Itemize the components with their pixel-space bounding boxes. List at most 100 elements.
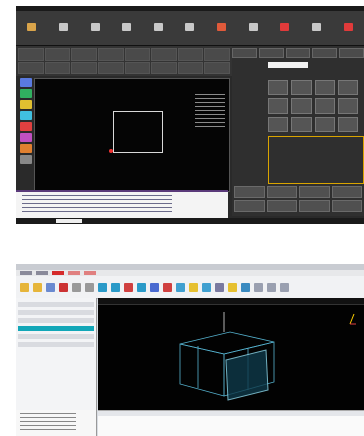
menu-item[interactable] — [36, 271, 48, 275]
parameter-cell[interactable] — [177, 48, 204, 61]
jog-button[interactable] — [314, 116, 335, 132]
process-button[interactable] — [299, 200, 330, 212]
parameter-cell[interactable] — [204, 48, 230, 61]
jog-button[interactable] — [268, 80, 289, 96]
layer-swatch-cyan[interactable] — [20, 111, 32, 120]
bulb-icon[interactable] — [241, 282, 250, 292]
toolbar-button-cut[interactable] — [211, 23, 233, 33]
parameter-cell[interactable] — [18, 48, 44, 61]
tool-icon[interactable] — [267, 282, 276, 292]
parameter-cell[interactable] — [204, 61, 230, 74]
export-icon[interactable] — [72, 282, 81, 292]
cut-rectangle[interactable] — [113, 111, 163, 153]
toolbar-button-info[interactable] — [305, 23, 327, 33]
jog-button[interactable] — [337, 116, 358, 132]
toolbar-button-layer[interactable] — [147, 23, 169, 33]
layer-icon[interactable] — [150, 282, 159, 292]
process-button[interactable] — [234, 186, 265, 198]
menu-item[interactable] — [20, 271, 32, 275]
tool-icon[interactable] — [254, 282, 263, 292]
toolbar-button-tool[interactable] — [179, 23, 201, 33]
layer-swatch-red[interactable] — [20, 122, 32, 131]
parameter-cell[interactable] — [18, 61, 44, 74]
toolbar-button-help[interactable] — [337, 23, 359, 33]
menu-item[interactable] — [68, 271, 80, 275]
cam-3d-screenshot — [16, 264, 364, 436]
jog-button[interactable] — [337, 80, 358, 96]
jog-button[interactable] — [314, 98, 335, 114]
layer-swatch-gray[interactable] — [20, 155, 32, 164]
jog-button[interactable] — [291, 98, 312, 114]
toolbar-button-sim[interactable] — [242, 23, 264, 33]
output-log — [16, 410, 96, 436]
process-button[interactable] — [331, 186, 362, 198]
jog-button[interactable] — [268, 98, 289, 114]
menu-item-active[interactable] — [52, 271, 64, 275]
process-button[interactable] — [234, 200, 265, 212]
parameter-cell[interactable] — [44, 61, 71, 74]
parameter-cell[interactable] — [44, 48, 71, 61]
control-tab[interactable] — [312, 48, 338, 58]
marker-icon[interactable] — [163, 282, 172, 292]
parameter-cell[interactable] — [97, 61, 124, 74]
view-icon[interactable] — [202, 282, 211, 292]
toolbar-button-settings[interactable] — [274, 23, 296, 33]
parameter-cell[interactable] — [71, 61, 97, 74]
folder-icon[interactable] — [20, 282, 29, 292]
cut-icon[interactable] — [124, 282, 133, 292]
path-icon[interactable] — [98, 282, 107, 292]
control-tab[interactable] — [258, 48, 284, 58]
jog-button[interactable] — [314, 80, 335, 96]
import-icon[interactable] — [59, 282, 68, 292]
parameter-cell[interactable] — [97, 48, 124, 61]
tool-icon[interactable] — [85, 282, 94, 292]
jog-button[interactable] — [291, 80, 312, 96]
parameter-cell[interactable] — [71, 48, 97, 61]
view-icon[interactable] — [176, 282, 185, 292]
process-button[interactable] — [266, 186, 297, 198]
tree-row-selected[interactable] — [18, 326, 94, 331]
light-icon[interactable] — [228, 282, 237, 292]
toolbar-button-open[interactable] — [21, 23, 43, 33]
folder-icon[interactable] — [33, 282, 42, 292]
process-button[interactable] — [266, 200, 297, 212]
parameter-cell[interactable] — [151, 61, 177, 74]
jog-button[interactable] — [337, 98, 358, 114]
tree-row[interactable] — [18, 310, 94, 315]
tree-row[interactable] — [18, 302, 94, 307]
process-button[interactable] — [331, 200, 362, 212]
control-tab[interactable] — [339, 48, 364, 58]
light-icon[interactable] — [189, 282, 198, 292]
control-tab[interactable] — [285, 48, 311, 58]
toolbar-button-draw[interactable] — [84, 23, 106, 33]
save-icon[interactable] — [46, 282, 55, 292]
path-icon[interactable] — [111, 282, 120, 292]
path-icon[interactable] — [137, 282, 146, 292]
3d-viewport[interactable] — [98, 298, 364, 410]
control-tab[interactable] — [232, 48, 257, 58]
layer-swatch-yellow[interactable] — [20, 100, 32, 109]
layer-swatch-green[interactable] — [20, 89, 32, 98]
control-input[interactable] — [268, 62, 308, 68]
process-button[interactable] — [299, 186, 330, 198]
parameter-cell[interactable] — [177, 61, 204, 74]
layer-swatch-blue[interactable] — [20, 78, 32, 87]
jog-button[interactable] — [291, 116, 312, 132]
parameter-cell[interactable] — [151, 48, 177, 61]
tree-row[interactable] — [18, 342, 94, 347]
layer-swatch-orange[interactable] — [20, 144, 32, 153]
layer-swatch-magenta[interactable] — [20, 133, 32, 142]
toolbar-button-save[interactable] — [52, 23, 74, 33]
grid-icon[interactable] — [215, 282, 224, 292]
drawing-canvas[interactable] — [34, 78, 230, 192]
main-toolbar — [16, 11, 364, 46]
tool-icon[interactable] — [280, 282, 289, 292]
tree-row[interactable] — [18, 318, 94, 323]
menu-item[interactable] — [84, 271, 96, 275]
toolbar-button-edit[interactable] — [116, 23, 138, 33]
parameter-cell[interactable] — [124, 61, 151, 74]
parameter-cell[interactable] — [124, 48, 151, 61]
command-input[interactable] — [56, 219, 82, 223]
jog-button[interactable] — [268, 116, 289, 132]
tree-row[interactable] — [18, 334, 94, 339]
